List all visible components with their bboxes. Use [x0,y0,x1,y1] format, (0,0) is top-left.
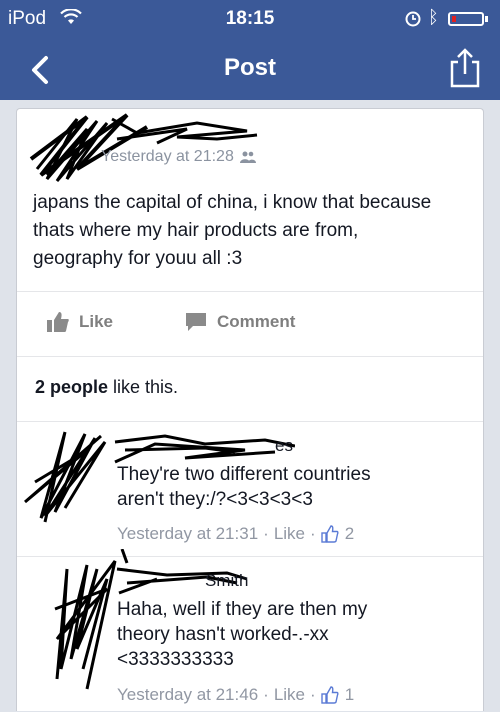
page-title: Post [223,54,276,81]
comment-timestamp[interactable]: Yesterday at 21:31 [117,524,258,544]
comment-button[interactable]: Comment [185,312,295,332]
comment-text: They're two different countries aren't t… [117,462,457,512]
like-button[interactable]: Like [47,312,113,332]
separator-dot: · [310,685,316,704]
comment-meta: Yesterday at 21:31 · Like · 2 [117,524,354,544]
comment-item: Smith Haha, well if they are then my the… [17,549,483,712]
likes-suffix: like this. [108,377,179,397]
comment-meta: Yesterday at 21:46 · Like · 1 [117,685,354,705]
battery-level [452,16,456,22]
comment-like-button[interactable]: Like [274,524,305,544]
separator-dot: · [263,685,269,704]
post-timestamp[interactable]: Yesterday at 21:28 [101,148,234,166]
comment-like-count[interactable]: 1 [320,685,355,705]
comment-like-count[interactable]: 2 [320,524,355,544]
post-body: japans the capital of china, i know that… [33,192,432,269]
like-label: Like [79,312,114,331]
comment-text-line: They're two different countries [117,464,371,485]
comment-like-button[interactable]: Like [274,685,305,705]
share-icon[interactable] [448,46,482,90]
thumbs-up-icon [47,312,69,332]
post-card: Yesterday at 21:28 japans the capital of… [16,108,484,711]
thumbs-up-icon [320,686,339,704]
alarm-icon [405,11,421,27]
comment-text-line: <3333333333 [117,649,234,670]
comment-author[interactable]: es [275,436,293,456]
like-count-value: 2 [344,524,355,543]
post-actions: Like Comment [17,291,483,357]
likes-summary[interactable]: 2 people like this. [35,377,178,398]
separator-dot: · [263,524,269,543]
likes-count: 2 people [35,377,109,397]
thumbs-up-icon [320,525,339,543]
friends-icon [239,151,256,163]
bluetooth-icon: ᛒ [428,7,439,27]
battery-icon [448,12,488,26]
battery-nub [485,16,488,22]
comment-text: Haha, well if they are then my theory ha… [117,597,457,672]
comment-text-line: theory hasn't worked-.-xx [117,624,329,645]
comment-item: es They're two different countries aren'… [17,422,483,556]
comment-icon [186,313,206,331]
comment-label: Comment [217,312,296,331]
clock: 18:15 [225,8,275,29]
comment-text-line: Haha, well if they are then my [117,599,368,620]
nav-bar: Post [0,40,500,100]
post-meta: Yesterday at 21:28 [101,148,256,166]
separator-dot: · [310,524,316,543]
status-bar: iPod 18:15 ᛒ [0,0,500,40]
like-count-value: 1 [344,685,355,704]
comment-text-line: aren't they:/?<3<3<3<3 [117,489,313,510]
comment-author[interactable]: Smith [205,571,248,591]
comment-timestamp[interactable]: Yesterday at 21:46 [117,685,258,705]
